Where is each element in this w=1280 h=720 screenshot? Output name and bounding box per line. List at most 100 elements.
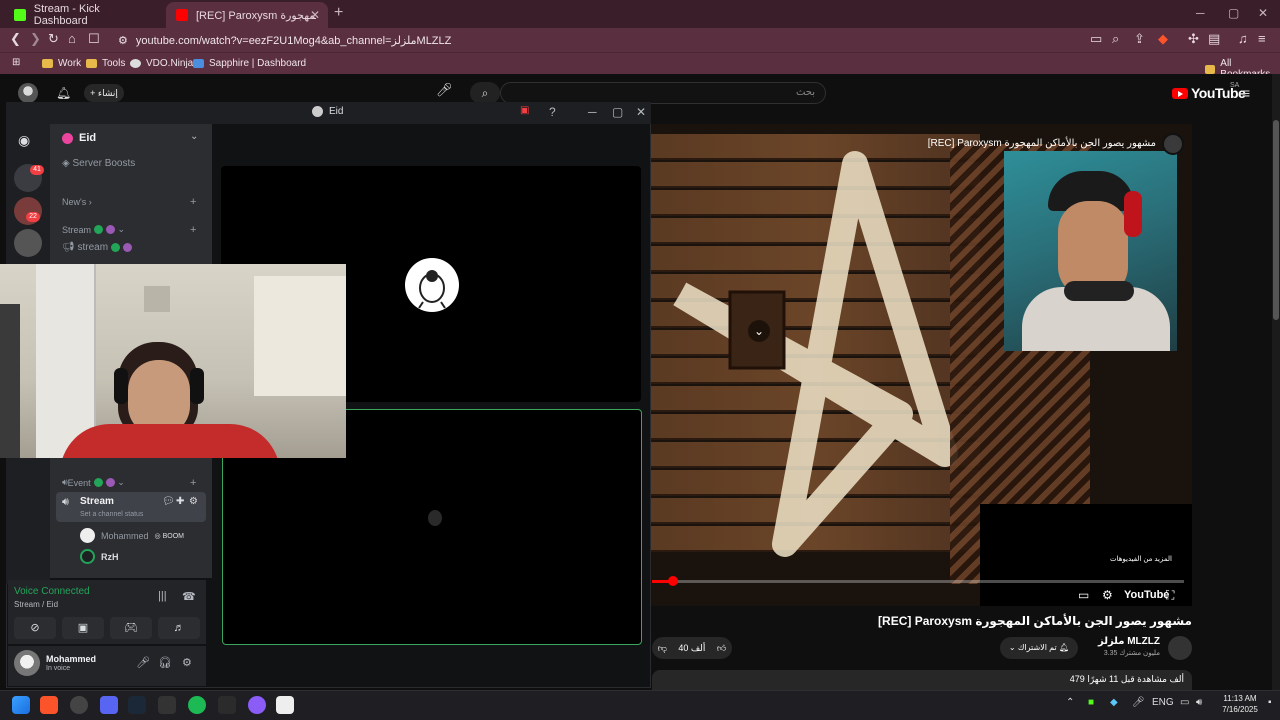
new-tab-button[interactable]: + <box>334 4 343 22</box>
invite-icon[interactable]: ✚ <box>176 496 184 507</box>
channel-stream-text[interactable]: 📢︎ stream <box>62 242 133 253</box>
address-bar[interactable]: ⚙ youtube.com/watch?v=eezF2U1Mog4&ab_cha… <box>108 30 1088 50</box>
cast-icon[interactable]: ▭ <box>1090 31 1102 47</box>
bookmark-vdo-ninja[interactable]: VDO.Ninja <box>130 58 193 69</box>
search-button[interactable]: ⌕ <box>470 82 500 104</box>
subscribed-button[interactable]: ⌄ تم الاشتراك 🔔︎ <box>1000 637 1078 659</box>
steam-app-icon[interactable] <box>128 696 146 714</box>
progress-bar[interactable] <box>652 580 1184 583</box>
discord-home-icon[interactable]: ◉ <box>18 132 30 149</box>
create-button[interactable]: + إنشاء <box>84 84 124 102</box>
add-channel-icon[interactable]: + <box>190 224 196 236</box>
channel-avatar-overlay[interactable] <box>1162 133 1184 155</box>
brave-shields-icon[interactable]: ◆ <box>1158 31 1168 47</box>
guide-menu-icon[interactable]: ≡ <box>1242 85 1250 101</box>
game-app-icon[interactable] <box>218 696 236 714</box>
notifications-icon[interactable]: 🔔︎ <box>56 86 71 100</box>
screen-share-button[interactable]: ▣ <box>62 617 104 639</box>
brave-app-icon[interactable] <box>40 696 58 714</box>
search-input[interactable]: بحث <box>500 82 826 104</box>
voice-connected-status[interactable]: Voice Connected <box>14 586 90 597</box>
close-tab-icon[interactable]: ✕ <box>310 8 320 22</box>
dislike-icon[interactable]: 👎︎ <box>658 643 667 654</box>
bookmark-tools[interactable]: Tools <box>86 58 125 69</box>
tray-app-icon[interactable]: ■ <box>1088 697 1094 708</box>
noise-suppression-icon[interactable]: ||| <box>158 590 167 602</box>
user-avatar[interactable] <box>14 650 40 676</box>
activity-button[interactable]: 🎮︎ <box>110 617 152 639</box>
chevron-down-icon[interactable]: ⌄ <box>748 320 770 342</box>
home-icon[interactable]: ⌂ <box>68 31 76 46</box>
microphone-icon[interactable]: 🎤︎ <box>136 656 150 669</box>
disconnect-icon[interactable]: ☎ <box>182 590 196 603</box>
minimize-icon[interactable]: ─ <box>588 105 597 119</box>
player-youtube-logo[interactable]: YouTube <box>1124 589 1169 601</box>
bookmark-work[interactable]: Work <box>42 58 81 69</box>
bookmark-icon[interactable]: ☐ <box>88 31 100 47</box>
tab-kick-dashboard[interactable]: Stream - Kick Dashboard <box>4 2 164 28</box>
tray-chevron-icon[interactable]: ⌃ <box>1066 697 1074 708</box>
user-name[interactable]: Mohammed <box>46 654 96 664</box>
video-overlay-title[interactable]: [REC] Paroxysm مشهور يصور الجن بالأماكن … <box>900 138 1156 149</box>
extensions-icon[interactable]: ✣ <box>1188 31 1199 47</box>
screen-share-icon[interactable]: ▣ <box>520 105 529 116</box>
minimize-icon[interactable]: ─ <box>1196 6 1205 20</box>
like-icon[interactable]: 👍︎ <box>717 643 726 654</box>
bookmark-sapphire[interactable]: Sapphire | Dashboard <box>193 58 306 69</box>
settings-gear-icon[interactable]: ⚙ <box>182 656 192 669</box>
windows-start-icon[interactable] <box>12 696 30 714</box>
maximize-icon[interactable]: ▢ <box>1228 6 1239 20</box>
chat-icon[interactable]: 💬︎ <box>162 496 175 507</box>
share-icon[interactable]: ⇪ <box>1134 31 1145 47</box>
like-dislike-button[interactable]: 👎︎ 40 ألف 👍︎ <box>652 637 732 659</box>
app-icon[interactable] <box>276 696 294 714</box>
category-stream[interactable]: Stream ⌄ + <box>62 224 202 236</box>
app-icon[interactable] <box>158 696 176 714</box>
add-channel-icon[interactable]: + <box>190 196 196 208</box>
obs-app-icon[interactable] <box>70 696 88 714</box>
gear-icon[interactable]: ⚙ <box>189 496 198 507</box>
media-icon[interactable]: ♫ <box>1238 31 1248 46</box>
fullscreen-icon[interactable]: ⛶ <box>1166 588 1174 603</box>
more-videos-label[interactable]: المزيد من الفيديوهات <box>1110 555 1172 563</box>
channel-avatar[interactable] <box>1168 636 1192 660</box>
notification-icon[interactable]: ▪ <box>1268 697 1272 708</box>
back-icon[interactable]: ❮ <box>10 31 21 47</box>
close-icon[interactable]: ✕ <box>636 105 646 119</box>
tray-app-icon[interactable]: ◆ <box>1110 697 1118 708</box>
tray-mic-icon[interactable]: 🎤︎ <box>1132 697 1145 708</box>
discord-app-icon[interactable] <box>100 696 118 714</box>
network-icon[interactable]: ▭ <box>1180 697 1189 708</box>
account-avatar[interactable] <box>18 83 38 103</box>
apps-icon[interactable]: ⊞ <box>12 57 20 68</box>
close-window-icon[interactable]: ✕ <box>1258 6 1268 20</box>
chevron-down-icon[interactable]: ⌄ <box>190 131 198 142</box>
tab-youtube-video[interactable]: [REC] Paroxysm مشهور يصور الجن بالأماكن … <box>166 2 328 28</box>
server-boosts[interactable]: ◈ Server Boosts <box>62 158 135 169</box>
voice-search-icon[interactable]: 🎤︎ <box>436 82 456 104</box>
taskbar-clock[interactable]: 11:13 AM 7/16/2025 <box>1212 693 1268 715</box>
scrollbar-thumb[interactable] <box>1273 120 1279 320</box>
voice-member[interactable]: Mohammed ◎ BOOM <box>80 528 184 543</box>
app-icon[interactable] <box>248 696 266 714</box>
add-channel-icon[interactable]: + <box>190 477 196 489</box>
channel-status[interactable]: Set a channel status <box>80 511 143 518</box>
category-event[interactable]: 🔊︎ Event ⌄ + <box>62 477 202 489</box>
description-box[interactable]: 479 ألف مشاهدة قبل 11 شهرًا <box>652 670 1192 690</box>
maximize-icon[interactable]: ▢ <box>612 105 623 119</box>
camera-off-button[interactable]: ⊘ <box>14 617 56 639</box>
soundboard-button[interactable]: ♬ <box>158 617 200 639</box>
voice-member[interactable]: RzH <box>80 549 119 564</box>
language-indicator[interactable]: ENG <box>1152 697 1174 708</box>
site-info-icon[interactable]: ⚙ <box>118 34 128 47</box>
menu-icon[interactable]: ≡ <box>1258 31 1266 46</box>
help-icon[interactable]: ? <box>549 105 556 119</box>
server-header[interactable]: Eid <box>62 132 96 144</box>
zoom-icon[interactable]: ⌕ <box>1112 31 1119 47</box>
subtitles-icon[interactable]: ▭ <box>1078 588 1089 602</box>
forward-icon[interactable]: ❯ <box>30 31 41 47</box>
spotify-app-icon[interactable] <box>188 696 206 714</box>
category-news[interactable]: New's › + <box>62 196 202 208</box>
settings-icon[interactable]: ⚙ <box>1102 588 1113 602</box>
reload-icon[interactable]: ↻ <box>48 31 59 47</box>
